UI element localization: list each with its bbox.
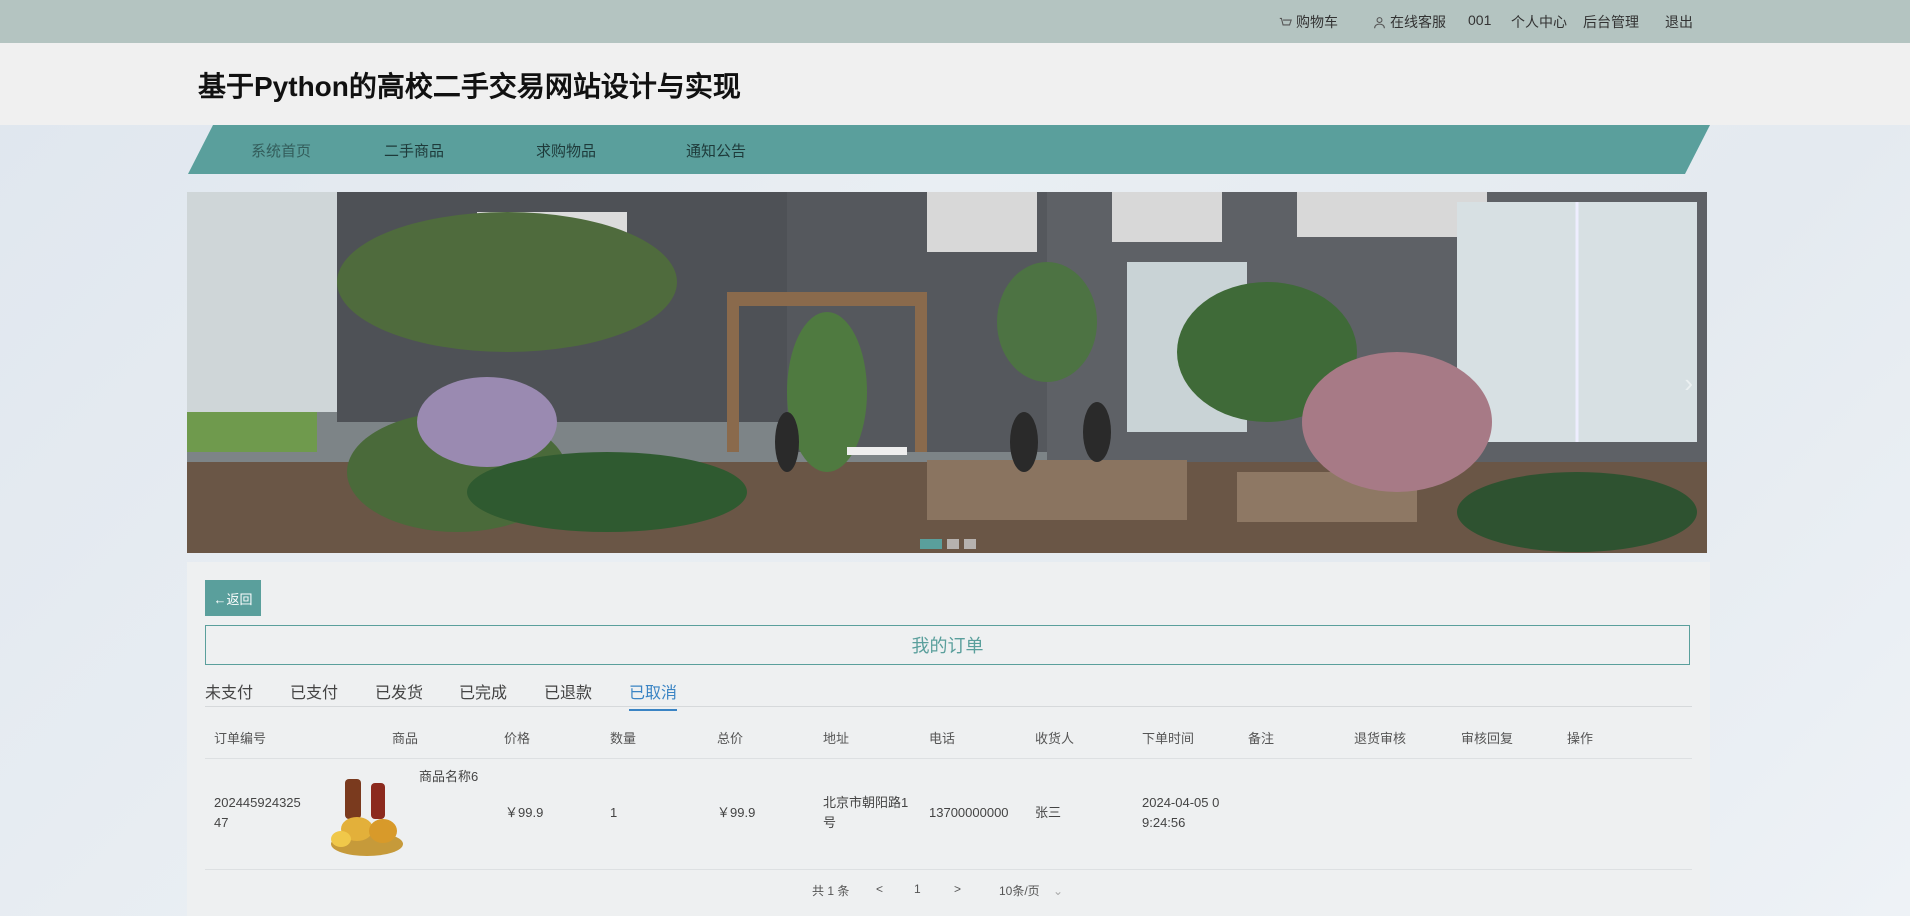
tab-refunded[interactable]: 已退款 [544, 679, 592, 709]
online-service-label: 在线客服 [1390, 14, 1446, 30]
user-service-icon [1374, 16, 1385, 28]
tab-cancelled[interactable]: 已取消 [629, 679, 678, 711]
profile-link[interactable]: 个人中心 [1511, 12, 1567, 32]
column-header: 地址 [823, 731, 850, 746]
site-header: 基于Python的高校二手交易网站设计与实现 [0, 43, 1910, 125]
carousel-dot[interactable] [920, 539, 942, 549]
carousel-dot[interactable] [947, 539, 959, 549]
column-header: 总价 [717, 731, 744, 746]
pagination: 共 1 条 < 1 > 10条/页 ⌄ [187, 882, 1710, 906]
column-header: 备注 [1248, 731, 1275, 746]
phone: 13700000000 [929, 805, 1009, 820]
nav-item-home[interactable]: 系统首页 [251, 140, 311, 161]
orders-panel: ←返回 我的订单 未支付 已支付 已发货 已完成 已退款 已取消 订单编号 商品… [187, 562, 1710, 916]
nav-item-notice[interactable]: 通知公告 [686, 140, 746, 161]
column-header: 审核回复 [1461, 731, 1514, 746]
order-time: 2024-04-05 0 9:24:56 [1142, 793, 1219, 833]
quantity: 1 [610, 805, 618, 820]
carousel-next-icon[interactable]: › [1684, 368, 1693, 399]
logout-link[interactable]: 退出 [1665, 12, 1693, 32]
banner-image [187, 192, 1707, 553]
order-number: 202445924325 47 [214, 793, 301, 833]
product-name: 商品名称6 [419, 769, 479, 784]
top-bar: 购物车 在线客服 001 个人中心 后台管理 退出 [0, 0, 1910, 43]
pagination-page-1[interactable]: 1 [914, 882, 921, 896]
carousel-dot[interactable] [964, 539, 976, 549]
cart-icon [1279, 17, 1292, 25]
nav-item-wanted[interactable]: 求购物品 [536, 140, 596, 161]
logout-label: 退出 [1665, 14, 1693, 30]
product-image [327, 769, 407, 859]
column-header: 操作 [1567, 731, 1594, 746]
nav-item-secondhand[interactable]: 二手商品 [384, 140, 444, 161]
address-line2: 号 [823, 815, 837, 830]
tab-shipped[interactable]: 已发货 [375, 679, 423, 709]
admin-label: 后台管理 [1583, 14, 1639, 30]
username-label: 001 [1468, 12, 1492, 28]
tab-paid[interactable]: 已支付 [290, 679, 338, 709]
order-number-line2: 47 [214, 815, 229, 830]
page-title: 我的订单 [205, 625, 1690, 665]
back-button[interactable]: ←返回 [205, 580, 261, 616]
tab-completed[interactable]: 已完成 [459, 679, 507, 709]
order-time-line1: 2024-04-05 0 [1142, 795, 1220, 810]
banner-carousel[interactable]: › [187, 192, 1707, 553]
order-status-tabs: 未支付 已支付 已发货 已完成 已退款 已取消 [205, 674, 1692, 711]
table-row: 202445924325 47 商品名称6 ￥99.9 1 ￥99.9 北京市朝… [205, 759, 1692, 870]
column-header: 收货人 [1035, 731, 1075, 746]
tab-unpaid[interactable]: 未支付 [205, 679, 253, 709]
order-time-line2: 9:24:56 [1142, 815, 1186, 830]
username-link[interactable]: 001 [1468, 12, 1491, 28]
main-nav: 系统首页 二手商品 求购物品 通知公告 [188, 125, 1710, 174]
receiver: 张三 [1035, 805, 1062, 820]
column-header: 数量 [610, 731, 637, 746]
pagination-next-button[interactable]: > [954, 882, 961, 896]
price: ￥99.9 [505, 805, 544, 820]
chevron-down-icon: ⌄ [1053, 884, 1064, 898]
pagination-total: 共 1 条 [812, 884, 850, 898]
profile-label: 个人中心 [1511, 14, 1567, 30]
column-header: 电话 [929, 731, 956, 746]
cart-link[interactable]: 购物车 [1279, 12, 1338, 32]
column-header: 退货审核 [1354, 731, 1407, 746]
online-service-link[interactable]: 在线客服 [1373, 12, 1446, 32]
page-size-label: 10条/页 [999, 884, 1040, 898]
site-title: 基于Python的高校二手交易网站设计与实现 [198, 71, 741, 102]
address: 北京市朝阳路1 号 [823, 793, 908, 833]
table-header: 订单编号 商品 价格 数量 总价 地址 电话 收货人 下单时间 备注 退货审核 … [205, 712, 1692, 759]
address-line1: 北京市朝阳路1 [823, 795, 909, 810]
page-size-select[interactable]: 10条/页 ⌄ [999, 882, 1063, 899]
column-header: 订单编号 [214, 731, 267, 746]
pagination-prev-button[interactable]: < [876, 882, 883, 896]
order-number-line1: 202445924325 [214, 795, 301, 810]
admin-link[interactable]: 后台管理 [1583, 12, 1639, 32]
orders-table: 订单编号 商品 价格 数量 总价 地址 电话 收货人 下单时间 备注 退货审核 … [205, 712, 1692, 870]
total-price: ￥99.9 [717, 805, 756, 820]
column-header: 价格 [504, 731, 531, 746]
cart-label: 购物车 [1296, 14, 1338, 30]
column-header: 商品 [392, 731, 419, 746]
carousel-indicators [920, 539, 976, 549]
column-header: 下单时间 [1142, 731, 1195, 746]
